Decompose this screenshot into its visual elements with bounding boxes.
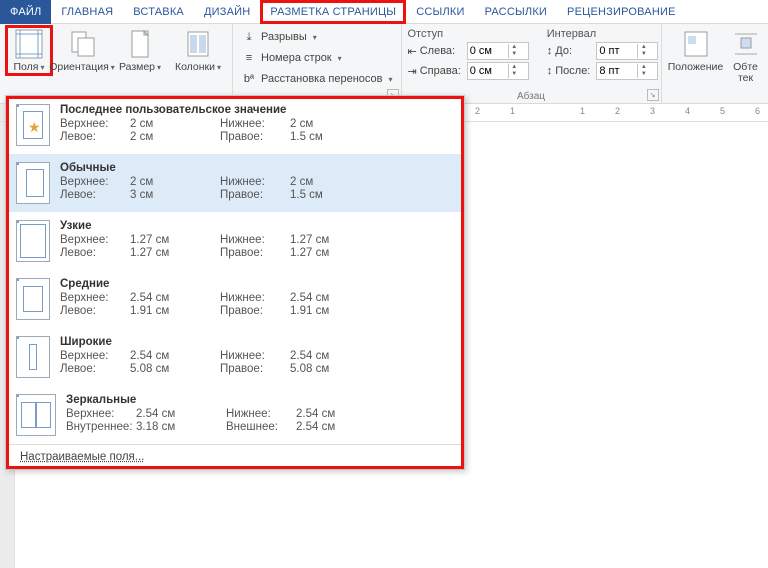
indent-left-label: ⇤Слева:: [408, 42, 461, 60]
preset-thumb: [16, 394, 56, 436]
spacing-after-input[interactable]: ▲▼: [596, 62, 658, 80]
wrap-text-button[interactable]: Обте тек: [726, 26, 766, 86]
chevron-down-icon: ▾: [313, 33, 317, 42]
group-arrange: Положение Обте тек: [662, 24, 768, 103]
tab-insert[interactable]: ВСТАВКА: [123, 0, 194, 24]
indent-left-icon: ⇤: [408, 45, 417, 58]
preset-thumb: ★: [16, 104, 50, 146]
tab-links[interactable]: ССЫЛКИ: [406, 0, 474, 24]
chevron-down-icon: ▾: [338, 54, 342, 63]
line-numbers-icon: ≡: [241, 50, 257, 66]
tab-file[interactable]: ФАЙЛ: [0, 0, 51, 24]
tab-design[interactable]: ДИЗАЙН: [194, 0, 260, 24]
indent-right-icon: ⇥: [408, 65, 417, 78]
ribbon: Поля▾ Ориентация▾ Размер▾ Колонки▾ ⤓Разр…: [0, 24, 768, 104]
preset-details: ШирокиеВерхнее:2.54 смНижнее:2.54 смЛево…: [60, 336, 454, 378]
tab-page-layout[interactable]: РАЗМЕТКА СТРАНИЦЫ: [260, 0, 406, 24]
margins-button[interactable]: Поля▾: [6, 26, 52, 75]
group-page-setup-small: ⤓Разрывы▾ ≡Номера строк▾ bªРасстановка п…: [233, 24, 402, 103]
paragraph-launcher[interactable]: ↘: [647, 89, 659, 101]
preset-title: Средние: [60, 278, 454, 290]
chevron-down-icon: ▾: [217, 63, 221, 72]
preset-details: УзкиеВерхнее:1.27 смНижнее:1.27 смЛевое:…: [60, 220, 454, 262]
indent-left-input[interactable]: ▲▼: [467, 42, 529, 60]
margin-preset-4[interactable]: ШирокиеВерхнее:2.54 смНижнее:2.54 смЛево…: [6, 328, 464, 386]
indent-right-label: ⇥Справа:: [408, 62, 461, 80]
spacing-after-label: ↕После:: [547, 62, 591, 80]
spacing-before-label: ↕До:: [547, 42, 591, 60]
position-label: Положение: [668, 61, 724, 73]
group-page-setup: Поля▾ Ориентация▾ Размер▾ Колонки▾: [0, 24, 233, 103]
chevron-down-icon: ▾: [40, 63, 44, 72]
margins-icon: [13, 28, 45, 60]
preset-title: Зеркальные: [66, 394, 454, 406]
margins-label: Поля: [14, 61, 39, 73]
columns-label: Колонки: [175, 61, 215, 73]
indent-right-input[interactable]: ▲▼: [467, 62, 529, 80]
preset-thumb: [16, 162, 50, 204]
tab-mailings[interactable]: РАССЫЛКИ: [475, 0, 557, 24]
wrap-label: Обте тек: [733, 62, 758, 84]
indent-title: Отступ: [408, 28, 529, 40]
margins-dropdown: ★Последнее пользовательское значениеВерх…: [5, 95, 465, 470]
line-numbers-button[interactable]: ≡Номера строк▾: [239, 49, 395, 67]
breaks-button[interactable]: ⤓Разрывы▾: [239, 28, 395, 46]
margin-preset-5[interactable]: ЗеркальныеВерхнее:2.54 смНижнее:2.54 смВ…: [6, 386, 464, 444]
preset-thumb: [16, 336, 50, 378]
tab-bar: ФАЙЛ ГЛАВНАЯ ВСТАВКА ДИЗАЙН РАЗМЕТКА СТР…: [0, 0, 768, 24]
preset-details: ЗеркальныеВерхнее:2.54 смНижнее:2.54 смВ…: [66, 394, 454, 436]
preset-title: Узкие: [60, 220, 454, 232]
orientation-button[interactable]: Ориентация▾: [54, 26, 110, 75]
spacing-after-icon: ↕: [547, 65, 553, 77]
preset-details: ОбычныеВерхнее:2 смНижнее:2 смЛевое:3 см…: [60, 162, 454, 204]
tab-home[interactable]: ГЛАВНАЯ: [51, 0, 123, 24]
tab-review[interactable]: РЕЦЕНЗИРОВАНИЕ: [557, 0, 686, 24]
columns-icon: [182, 28, 214, 60]
preset-title: Обычные: [60, 162, 454, 174]
columns-button[interactable]: Колонки▾: [170, 26, 226, 75]
breaks-icon: ⤓: [241, 29, 257, 45]
chevron-down-icon: ▾: [388, 75, 392, 84]
preset-thumb: [16, 278, 50, 320]
position-icon: [680, 28, 712, 60]
margin-preset-3[interactable]: СредниеВерхнее:2.54 смНижнее:2.54 смЛево…: [6, 270, 464, 328]
margin-preset-1[interactable]: ОбычныеВерхнее:2 смНижнее:2 смЛевое:3 см…: [6, 154, 464, 212]
preset-details: СредниеВерхнее:2.54 смНижнее:2.54 смЛево…: [60, 278, 454, 320]
preset-title: Последнее пользовательское значение: [60, 104, 454, 116]
margin-preset-2[interactable]: УзкиеВерхнее:1.27 смНижнее:1.27 смЛевое:…: [6, 212, 464, 270]
position-button[interactable]: Положение: [668, 26, 724, 86]
orientation-label: Ориентация: [49, 61, 109, 73]
margin-preset-0[interactable]: ★Последнее пользовательское значениеВерх…: [6, 96, 464, 154]
hyphenation-icon: bª: [241, 71, 257, 87]
preset-details: Последнее пользовательское значениеВерхн…: [60, 104, 454, 146]
preset-title: Широкие: [60, 336, 454, 348]
preset-thumb: [16, 220, 50, 262]
size-icon: [124, 28, 156, 60]
custom-margins-item[interactable]: Настраиваемые поля...: [6, 444, 464, 469]
hyphenation-button[interactable]: bªРасстановка переносов▾: [239, 70, 395, 88]
orientation-icon: [66, 28, 98, 60]
spacing-before-input[interactable]: ▲▼: [596, 42, 658, 60]
size-label: Размер: [119, 61, 155, 73]
spacing-title: Интервал: [547, 28, 659, 40]
wrap-icon: [730, 28, 762, 60]
chevron-down-icon: ▾: [157, 63, 161, 72]
spacing-before-icon: ↕: [547, 45, 553, 57]
group-paragraph: Отступ ⇤Слева: ▲▼ ⇥Справа: ▲▼ Интервал ↕…: [402, 24, 662, 103]
size-button[interactable]: Размер▾: [112, 26, 168, 75]
